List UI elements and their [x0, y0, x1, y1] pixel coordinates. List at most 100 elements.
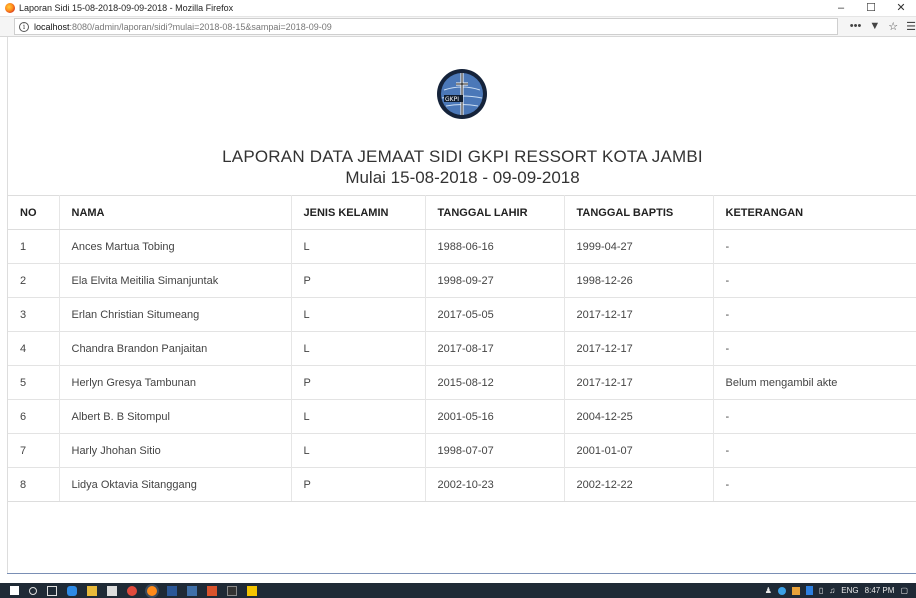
- cell-jenis-kelamin: L: [291, 433, 426, 468]
- windows-taskbar: ♟ ▯ ♫ ENG 8:47 PM ▢: [0, 583, 916, 598]
- cell-tanggal-baptis: 2004-12-25: [564, 399, 714, 434]
- cell-jenis-kelamin: P: [291, 467, 426, 502]
- cell-tanggal-lahir: 2017-08-17: [425, 331, 565, 366]
- cell-tanggal-lahir: 2001-05-16: [425, 399, 565, 434]
- url-path: :8080/admin/laporan/sidi?mulai=2018-08-1…: [69, 21, 332, 32]
- cell-keterangan: -: [713, 331, 916, 366]
- browser-navbar: i localhost:8080/admin/laporan/sidi?mula…: [0, 17, 916, 37]
- cell-jenis-kelamin: L: [291, 297, 426, 332]
- notification-icon[interactable]: ▢: [900, 586, 908, 595]
- cell-keterangan: -: [713, 433, 916, 468]
- firefox-taskbar-icon[interactable]: [147, 585, 157, 596]
- header-tanggal-lahir: TANGGAL LAHIR: [425, 195, 565, 230]
- cell-nama: Ances Martua Tobing: [59, 229, 292, 264]
- volume-icon[interactable]: ♫: [829, 586, 835, 595]
- table-row: 5 Herlyn Gresya Tambunan P 2015-08-12 20…: [8, 365, 916, 400]
- bookmark-star-icon[interactable]: ☆: [888, 20, 898, 33]
- cell-tanggal-baptis: 2017-12-17: [564, 297, 714, 332]
- people-icon[interactable]: ♟: [765, 586, 772, 595]
- cell-keterangan: Belum mengambil akte: [713, 365, 916, 400]
- cell-nama: Lidya Oktavia Sitanggang: [59, 467, 292, 502]
- menu-icon[interactable]: ☰: [906, 20, 916, 33]
- table-row: 4 Chandra Brandon Panjaitan L 2017-08-17…: [8, 331, 916, 366]
- bluetooth-icon[interactable]: [805, 586, 813, 595]
- table-row: 6 Albert B. B Sitompul L 2001-05-16 2004…: [8, 399, 916, 434]
- table-row: 2 Ela Elvita Meitilia Simanjuntak P 1998…: [8, 263, 916, 298]
- window-title: Laporan Sidi 15-08-2018-09-09-2018 - Moz…: [19, 3, 234, 13]
- clock[interactable]: 8:47 PM: [865, 586, 895, 595]
- cell-no: 7: [8, 433, 60, 468]
- header-no: NO: [8, 195, 60, 230]
- table-row: 3 Erlan Christian Situmeang L 2017-05-05…: [8, 297, 916, 332]
- edge-icon[interactable]: [67, 585, 77, 596]
- cell-keterangan: -: [713, 229, 916, 264]
- page-content: GKPI LAPORAN DATA JEMAAT SIDI GKPI RESSO…: [7, 37, 916, 574]
- cell-keterangan: -: [713, 399, 916, 434]
- cell-jenis-kelamin: L: [291, 399, 426, 434]
- report-subtitle: Mulai 15-08-2018 - 09-09-2018: [345, 168, 580, 187]
- close-button[interactable]: ✕: [886, 0, 916, 17]
- cell-jenis-kelamin: P: [291, 365, 426, 400]
- cell-nama: Erlan Christian Situmeang: [59, 297, 292, 332]
- maximize-button[interactable]: ☐: [856, 0, 886, 17]
- cell-tanggal-baptis: 2001-01-07: [564, 433, 714, 468]
- table-row: 1 Ances Martua Tobing L 1988-06-16 1999-…: [8, 229, 916, 264]
- network-icon[interactable]: ▯: [819, 586, 823, 595]
- table-row: 8 Lidya Oktavia Sitanggang P 2002-10-23 …: [8, 467, 916, 502]
- window-controls: – ☐ ✕: [826, 0, 916, 17]
- cell-tanggal-lahir: 2002-10-23: [425, 467, 565, 502]
- url-bar[interactable]: i localhost:8080/admin/laporan/sidi?mula…: [14, 18, 838, 35]
- header-tanggal-baptis: TANGGAL BAPTIS: [564, 195, 714, 230]
- cell-tanggal-baptis: 1999-04-27: [564, 229, 714, 264]
- word-icon[interactable]: [167, 585, 177, 596]
- logo-text: GKPI: [445, 96, 459, 103]
- cell-tanggal-baptis: 2002-12-22: [564, 467, 714, 502]
- url-host: localhost: [34, 21, 70, 32]
- tray-app2-icon[interactable]: [791, 586, 800, 595]
- cell-tanggal-lahir: 1998-07-07: [425, 433, 565, 468]
- info-icon[interactable]: i: [19, 21, 29, 32]
- minimize-button[interactable]: –: [826, 0, 856, 17]
- table-header-row: NO NAMA JENIS KELAMIN TANGGAL LAHIR TANG…: [8, 195, 916, 230]
- header-keterangan: KETERANGAN: [713, 195, 916, 230]
- search-icon[interactable]: [29, 586, 37, 595]
- windows-start-icon[interactable]: [10, 586, 19, 595]
- firefox-icon: [5, 3, 15, 13]
- cell-keterangan: -: [713, 467, 916, 502]
- cell-tanggal-lahir: 2015-08-12: [425, 365, 565, 400]
- cell-tanggal-baptis: 2017-12-17: [564, 331, 714, 366]
- gkpi-logo: GKPI: [437, 69, 487, 119]
- file-explorer-icon[interactable]: [87, 585, 97, 596]
- cell-nama: Herlyn Gresya Tambunan: [59, 365, 292, 400]
- excel-icon[interactable]: [187, 585, 197, 596]
- content-bottom-border: [7, 573, 916, 574]
- cell-no: 2: [8, 263, 60, 298]
- task-view-icon[interactable]: [47, 585, 57, 596]
- more-icon[interactable]: •••: [850, 20, 862, 33]
- cell-tanggal-lahir: 2017-05-05: [425, 297, 565, 332]
- powerpoint-icon[interactable]: [207, 585, 217, 596]
- cell-nama: Albert B. B Sitompul: [59, 399, 292, 434]
- cell-no: 8: [8, 467, 60, 502]
- cell-no: 1: [8, 229, 60, 264]
- cell-nama: Ela Elvita Meitilia Simanjuntak: [59, 263, 292, 298]
- cell-nama: Chandra Brandon Panjaitan: [59, 331, 292, 366]
- report-title: LAPORAN DATA JEMAAT SIDI GKPI RESSORT KO…: [222, 147, 703, 166]
- app-icon[interactable]: [247, 585, 257, 596]
- header-jenis-kelamin: JENIS KELAMIN: [291, 195, 426, 230]
- system-tray: ♟ ▯ ♫ ENG 8:47 PM ▢: [765, 586, 916, 595]
- cell-tanggal-baptis: 2017-12-17: [564, 365, 714, 400]
- cell-tanggal-baptis: 1998-12-26: [564, 263, 714, 298]
- cell-nama: Harly Jhohan Sitio: [59, 433, 292, 468]
- pocket-icon[interactable]: ▼: [869, 20, 880, 33]
- table-row: 7 Harly Jhohan Sitio L 1998-07-07 2001-0…: [8, 433, 916, 468]
- tray-app-icon[interactable]: [777, 586, 786, 595]
- chrome-icon[interactable]: [127, 585, 137, 596]
- cell-tanggal-lahir: 1998-09-27: [425, 263, 565, 298]
- store-icon[interactable]: [107, 585, 117, 596]
- cell-jenis-kelamin: P: [291, 263, 426, 298]
- terminal-icon[interactable]: [227, 585, 237, 596]
- language-indicator[interactable]: ENG: [841, 586, 858, 595]
- cell-no: 6: [8, 399, 60, 434]
- cell-tanggal-lahir: 1988-06-16: [425, 229, 565, 264]
